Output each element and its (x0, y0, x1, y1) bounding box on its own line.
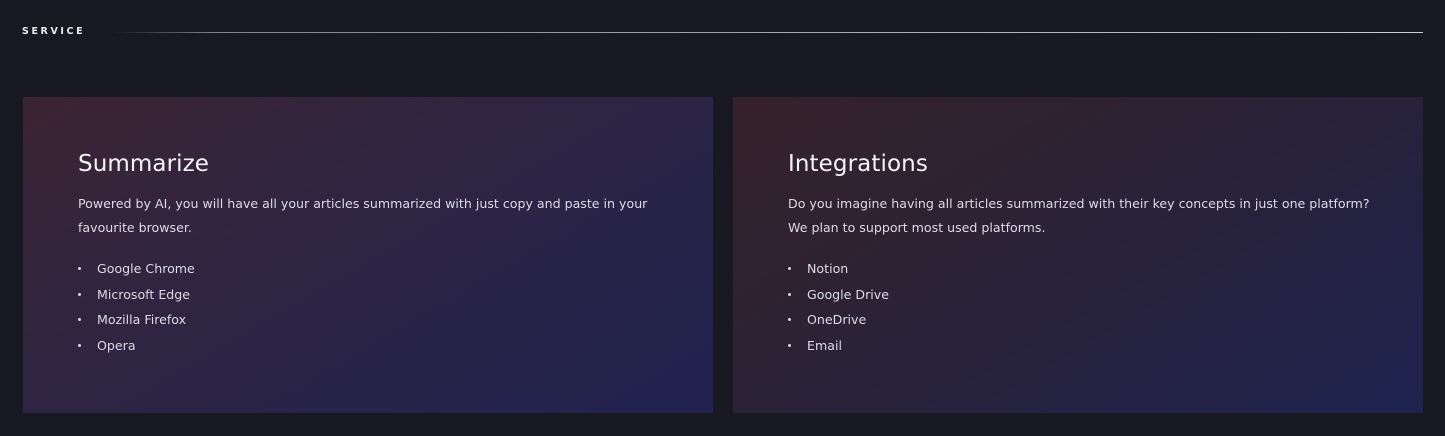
section-divider (113, 32, 1423, 33)
bullet-icon (788, 318, 791, 321)
platform-list: Notion Google Drive OneDrive Email (788, 256, 1383, 358)
list-item-label: Mozilla Firefox (97, 312, 187, 327)
card-description: Powered by AI, you will have all your ar… (78, 196, 648, 235)
bullet-icon (788, 343, 791, 347)
bullet-icon (78, 343, 81, 347)
section-title: SERVICE (22, 26, 86, 37)
list-item: OneDrive (788, 307, 1383, 333)
list-item: Google Drive (788, 282, 1383, 308)
list-item-label: Opera (97, 337, 136, 353)
card-description: Do you imagine having all articles summa… (788, 196, 1370, 235)
list-item-label: Notion (807, 261, 849, 276)
list-item: Mozilla Firefox (78, 307, 673, 333)
browser-list: Google Chrome Microsoft Edge Mozilla Fir… (78, 256, 673, 358)
card-title: Integrations (788, 151, 928, 177)
bullet-icon (788, 267, 791, 270)
card-title: Summarize (78, 151, 210, 177)
bullet-icon (78, 318, 81, 321)
list-item-label: OneDrive (807, 312, 867, 327)
bullet-icon (788, 292, 791, 296)
list-item: Opera (78, 333, 673, 359)
bullet-icon (78, 267, 81, 270)
list-item-label: Google Drive (807, 286, 889, 302)
bullet-icon (78, 292, 81, 296)
service-card-integrations: Integrations Do you imagine having all a… (733, 97, 1423, 413)
list-item: Email (788, 333, 1383, 359)
list-item: Notion (788, 256, 1383, 282)
list-item: Microsoft Edge (78, 282, 673, 308)
service-card-summarize: Summarize Powered by AI, you will have a… (23, 97, 713, 413)
list-item: Google Chrome (78, 256, 673, 282)
section-header: SERVICE (22, 24, 1423, 40)
list-item-label: Microsoft Edge (97, 286, 191, 302)
list-item-label: Google Chrome (97, 261, 195, 276)
list-item-label: Email (807, 337, 842, 353)
